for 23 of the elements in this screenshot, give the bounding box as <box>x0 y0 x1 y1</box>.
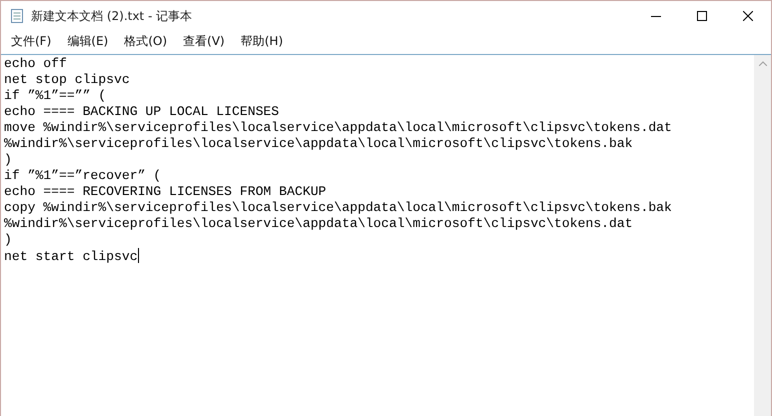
window-title: 新建文本文档 (2).txt - 记事本 <box>31 8 194 24</box>
code-line: if ”%1”==”” ( <box>4 88 106 104</box>
menu-item[interactable]: 格式(O) <box>116 30 176 52</box>
code-line: copy %windir%\serviceprofiles\localservice\appdata\local\microsoft\clipsvc\tokens.bak <box>4 200 672 216</box>
notepad-icon <box>9 8 25 24</box>
code-line: echo off <box>4 56 67 72</box>
menu-item[interactable]: 帮助(H) <box>232 30 291 52</box>
close-icon <box>743 11 753 21</box>
code-line: net start clipsvc <box>4 248 139 265</box>
code-line: if ”%1”==”recover” ( <box>4 168 162 184</box>
code-line: echo ==== RECOVERING LICENSES FROM BACKUP <box>4 184 326 200</box>
code-line: net stop clipsvc <box>4 72 130 88</box>
code-line: %windir%\serviceprofiles\localservice\appdata\local\microsoft\clipsvc\tokens.bak <box>4 136 633 152</box>
code-line: move %windir%\serviceprofiles\localservice\appdata\local\microsoft\clipsvc\tokens.dat <box>4 120 672 136</box>
scrollbar[interactable] <box>754 55 771 416</box>
code-line: echo ==== BACKING UP LOCAL LICENSES <box>4 104 280 120</box>
menu-item[interactable]: 查看(V) <box>175 30 233 52</box>
maximize-icon <box>697 11 707 21</box>
code-line: ) <box>4 232 12 248</box>
code-line: %windir%\serviceprofiles\localservice\appdata\local\microsoft\clipsvc\tokens.dat <box>4 216 633 232</box>
code-line: ) <box>4 152 12 168</box>
menu-item[interactable]: 文件(F) <box>3 30 60 52</box>
menu-item[interactable]: 编辑(E) <box>59 30 116 52</box>
